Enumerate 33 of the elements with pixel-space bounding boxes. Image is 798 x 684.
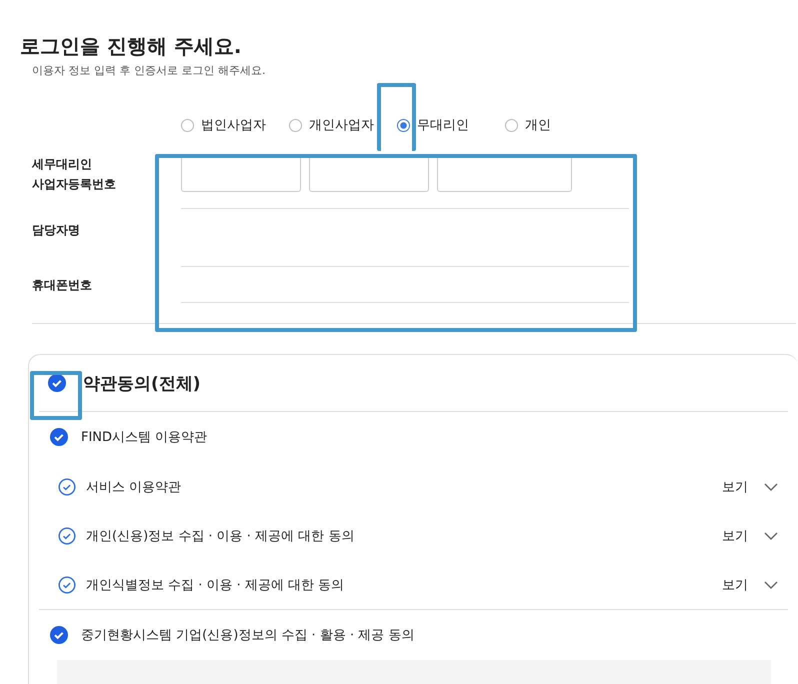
radio-circle-icon[interactable] <box>397 118 410 132</box>
agreement-title: 약관동의(전체) <box>83 372 201 394</box>
chevron-down-icon[interactable] <box>764 532 778 540</box>
view-button[interactable]: 보기 <box>722 576 748 594</box>
chevron-down-icon[interactable] <box>764 580 778 588</box>
user-type-radio[interactable]: 무대리인 <box>397 116 505 134</box>
agreement-item: 서비스 이용약관 <box>86 478 182 496</box>
agreement-item: 개인식별정보 수집 · 이용 · 제공에 대한 동의 <box>86 576 346 594</box>
field-label: 휴대폰번호 <box>32 277 93 294</box>
page-subtitle: 이용자 정보 입력 후 인증서로 로그인 해주세요. <box>32 63 266 78</box>
highlight-frame <box>30 371 82 420</box>
check-circle-icon[interactable] <box>58 576 76 594</box>
check-circle-icon[interactable] <box>58 526 76 544</box>
page-title: 로그인을 진행해 주세요. <box>19 33 243 59</box>
check-circle-icon[interactable] <box>49 427 69 447</box>
radio-circle-icon[interactable] <box>181 118 194 132</box>
check-circle-icon[interactable] <box>47 373 67 393</box>
chevron-down-icon[interactable] <box>764 482 778 490</box>
user-type-radio[interactable]: 법인사업자 <box>181 116 289 134</box>
check-circle-icon[interactable] <box>58 478 76 496</box>
field-label: 세무대리인 사업자등록번호 <box>32 156 117 193</box>
view-button[interactable]: 보기 <box>722 526 748 544</box>
agreement-item: 중기현황시스템 기업(신용)정보의 수집 · 활용 · 제공 동의 <box>81 627 414 644</box>
radio-circle-icon[interactable] <box>505 118 518 132</box>
user-type-radio[interactable]: 개인 <box>505 116 613 134</box>
field-label: 담당자명 <box>32 222 81 239</box>
view-button[interactable]: 보기 <box>722 478 748 496</box>
agreement-item: 개인(신용)정보 수집 · 이용 · 제공에 대한 동의 <box>86 528 356 544</box>
highlight-frame <box>377 83 416 151</box>
radio-circle-icon[interactable] <box>289 118 302 132</box>
agreement-item: FIND시스템 이용약관 <box>81 429 208 446</box>
user-type-radio[interactable]: 개인사업자 <box>289 116 397 134</box>
check-circle-icon[interactable] <box>49 625 69 645</box>
